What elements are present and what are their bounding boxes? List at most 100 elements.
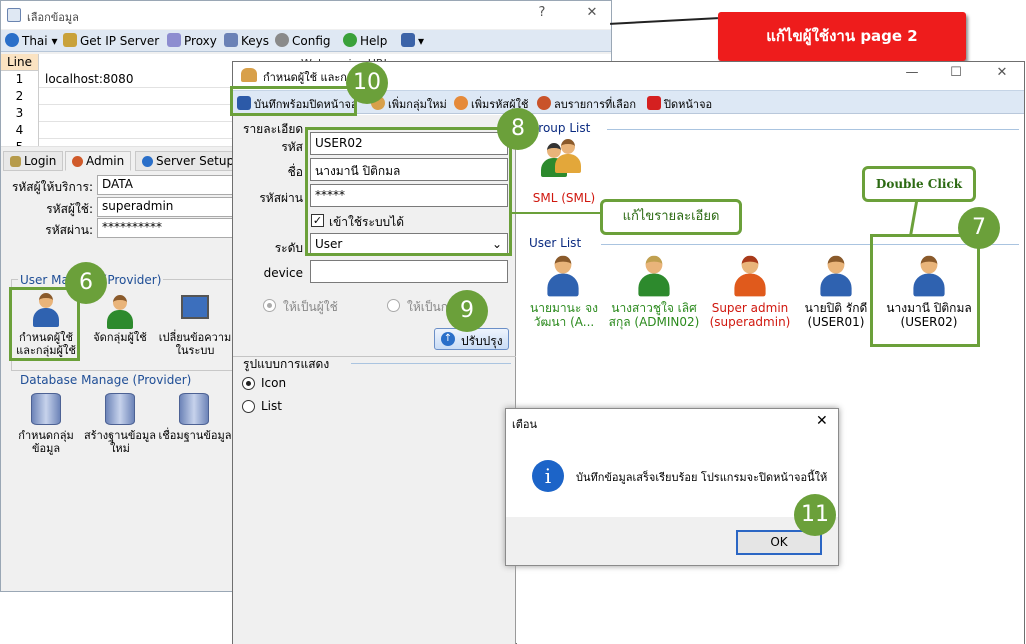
password-label: รหัสผ่าน: [45,223,93,237]
tab-admin-label: Admin [86,154,125,168]
username-field[interactable]: superadmin [97,197,237,217]
menu-get-ip-server[interactable]: Get IP Server [63,33,159,48]
tab-server-setup-label: Server Setup [156,154,235,168]
close-red-icon [647,96,661,110]
change-text-label: เปลี่ยนข้อความในระบบ [158,331,232,357]
highlight-save-button [230,86,357,116]
db-create-button[interactable]: สร้างฐานข้อมูลใหม่ [83,393,157,461]
username-label: รหัสผู้ใช้: [46,202,93,216]
callout-7: 7 [958,207,1000,249]
display-title: รูปแบบการแสดง [243,357,330,371]
callout-8: 8 [497,108,539,150]
admin-user-icon [732,255,768,297]
back-tabs: Login Admin Server Setup [1,149,242,171]
monitor-icon [181,295,209,319]
user-item-line2: (USER01) [807,315,865,329]
as-group-radio[interactable] [387,299,400,312]
db-connect-button[interactable]: เชื่อมฐานข้อมูล [157,393,233,461]
menu-config-label: Config [292,34,331,48]
gear-icon [275,33,289,47]
add-group-button[interactable]: เพิ่มกลุ่มใหม่ [371,95,447,113]
menu-help[interactable]: Help [343,33,387,48]
floppy-icon [401,33,415,47]
display-icon-radio[interactable] [242,377,255,390]
callout-11: 11 [794,494,836,536]
alert-dialog: เตือน ✕ i บันทึกข้อมูลเสร็จเรียบร้อย โปร… [505,408,839,566]
help-button[interactable]: ? [531,5,553,25]
highlight-user-admin [9,287,80,361]
database-icon [31,393,61,425]
change-text-button[interactable]: เปลี่ยนข้อความในระบบ [157,291,233,361]
line-num: 3 [1,105,39,122]
line-num: 4 [1,122,39,139]
add-user-icon [454,96,468,110]
dialog-message: บันทึกข้อมูลเสร็จเรียบร้อย โปรแกรมจะปิดห… [576,471,828,484]
tab-login[interactable]: Login [3,151,64,171]
arrow-up-icon: ↑ [441,332,455,346]
dialog-close-button[interactable]: ✕ [816,413,828,429]
device-label: device [263,266,303,280]
level-label: ระดับ [274,241,303,255]
user-item-line1: นางสาวชูใจ เลิศ [611,301,697,315]
password-field[interactable]: ********** [97,218,237,238]
as-user-radio[interactable] [263,299,276,312]
maximize-button[interactable]: ☐ [945,65,967,85]
line-num: 2 [1,88,39,105]
callout-8-connector [512,212,600,214]
user-item[interactable]: นางสาวชูใจ เลิศ สกุล (ADMIN02) [607,253,701,335]
group-item-label: SML (SML) [532,191,596,205]
user-list-title: User List [529,236,582,250]
group-item[interactable]: SML (SML) [529,139,599,209]
tab-server-setup[interactable]: Server Setup [135,151,242,171]
device-field[interactable] [310,260,508,283]
delete-selected-button[interactable]: ลบรายการที่เลือก [537,95,636,113]
highlight-details-form [305,127,512,256]
details-title: รายละเอียด [243,122,304,136]
display-list-radio[interactable] [242,400,255,413]
minimize-button[interactable]: — [901,65,923,85]
provider-code-field[interactable]: DATA [97,175,237,195]
user-item-line1: นายปิติ รักดี [804,301,868,315]
main-close-button[interactable]: ✕ [991,65,1013,85]
line-num: 1 [1,71,39,88]
pointer-line [610,17,718,25]
update-label: ปรับปรุง [461,334,503,348]
display-list-label: List [261,399,282,413]
line-value: localhost:8080 [45,72,134,86]
save-menu[interactable]: ▾ [401,33,424,48]
keys-icon [224,33,238,47]
menu-keys[interactable]: Keys [224,33,269,48]
db-group-button[interactable]: กำหนดกลุ่มข้อมูล [13,393,79,461]
user-item[interactable]: Super admin (superadmin) [705,253,795,335]
tab-login-label: Login [24,154,57,168]
back-close-button[interactable]: ✕ [581,5,603,25]
line-num: 5 [1,139,39,146]
dialog-title: เตือน [512,418,538,431]
close-screen-label: ปิดหน้าจอ [664,98,713,111]
key-icon [10,156,21,167]
back-menu-bar: Thai ▾ Get IP Server Proxy Keys Config H… [1,30,611,52]
users-icon [105,295,135,329]
menu-thai[interactable]: Thai ▾ [5,33,57,48]
menu-proxy-label: Proxy [184,34,217,48]
close-screen-button[interactable]: ปิดหน้าจอ [647,95,712,113]
globe-icon [5,33,19,47]
as-user-label: ให้เป็นผู้ใช้ [283,300,338,314]
menu-keys-label: Keys [241,34,270,48]
edit-details-callout: แก้ไขรายละเอียด [600,199,742,235]
user-item[interactable]: นายปิติ รักดี (USER01) [799,253,873,335]
db-create-label: สร้างฐานข้อมูลใหม่ [83,429,157,455]
app-icon [7,8,21,22]
line-header: Line [1,54,39,71]
help-circle-icon [343,33,357,47]
menu-config[interactable]: Config [275,33,331,48]
database-new-icon [105,393,135,425]
tab-admin[interactable]: Admin [65,151,132,171]
user-item[interactable]: นายมานะ จง วัฒนา (A... [525,253,601,335]
menu-proxy[interactable]: Proxy [167,33,217,48]
name-label: ชื่อ [287,165,303,179]
user-item-line2: สกุล (ADMIN02) [608,315,700,329]
callout-10: 10 [346,62,388,104]
user-item-line2: (superadmin) [709,315,791,329]
display-divider [351,363,511,364]
